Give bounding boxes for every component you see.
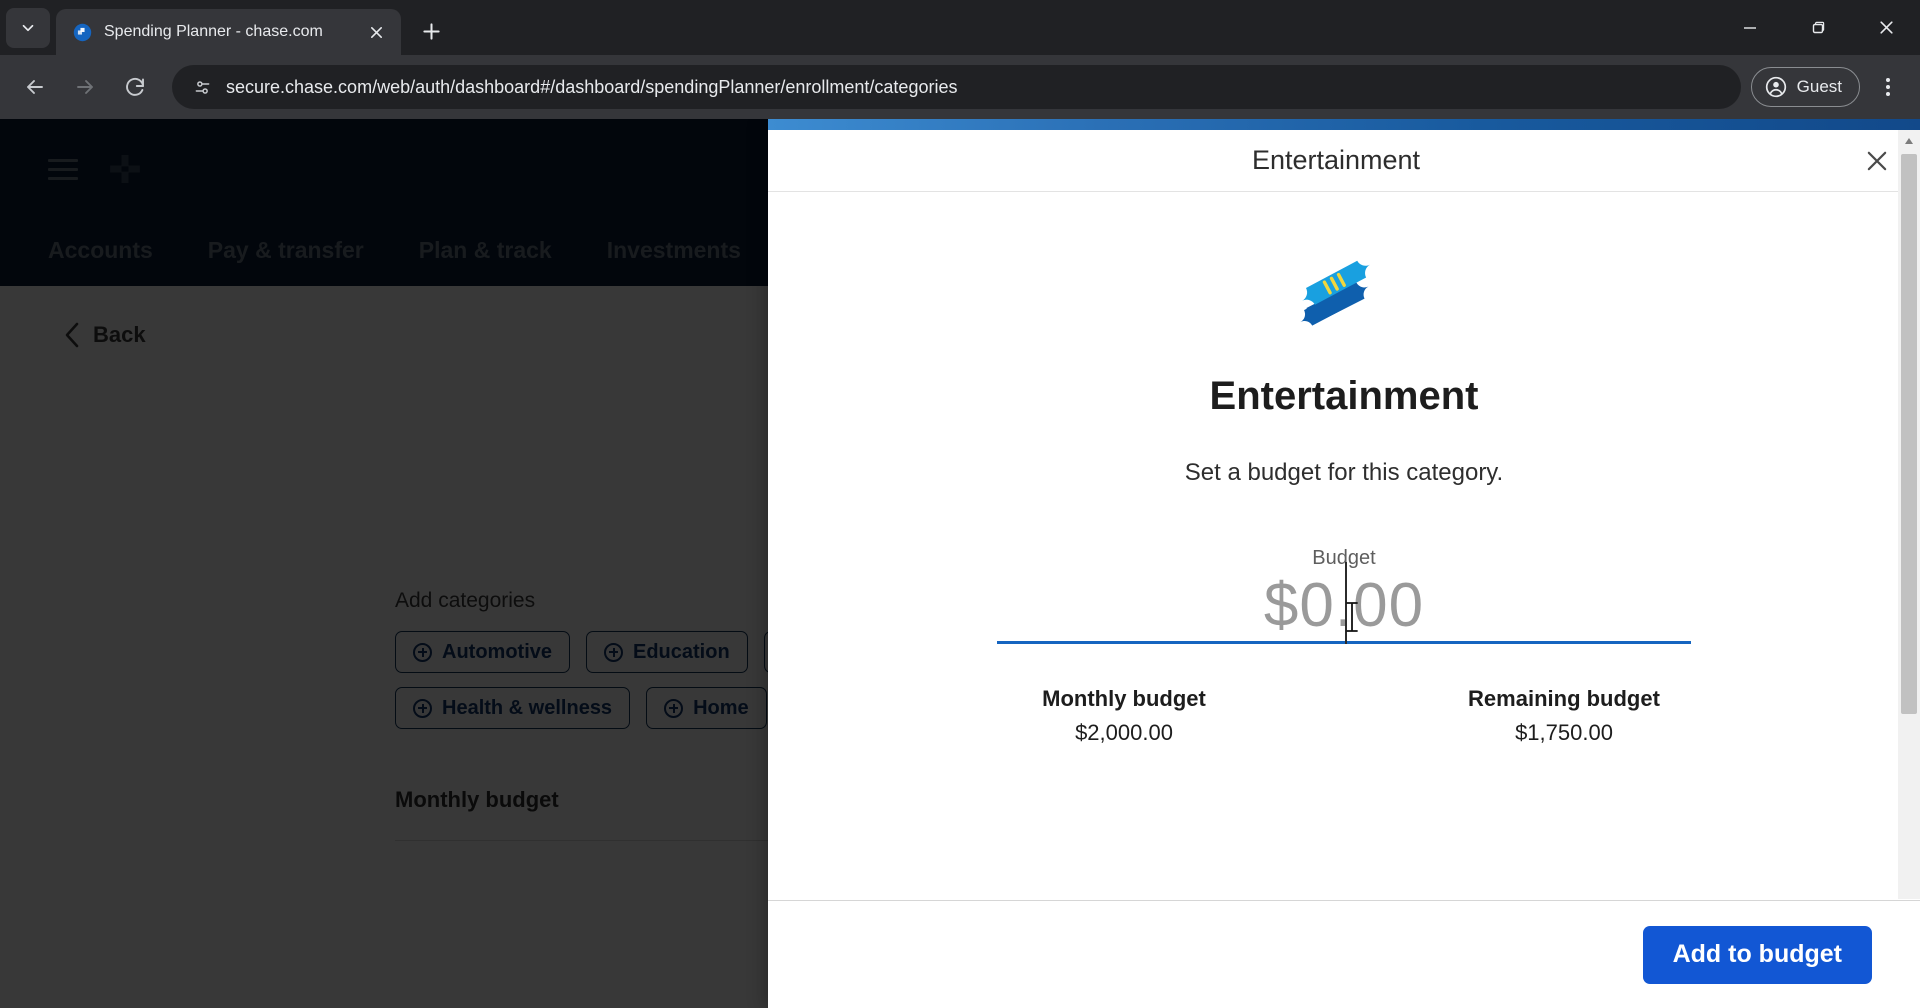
reload-icon xyxy=(126,77,144,96)
modal-body: Entertainment Set a budget for this cate… xyxy=(768,192,1920,900)
window-close-button[interactable] xyxy=(1852,4,1920,52)
category-description: Set a budget for this category. xyxy=(1184,459,1504,486)
budget-input-placeholder: $0.00 xyxy=(1263,571,1425,640)
scrollbar-thumb[interactable] xyxy=(1901,154,1917,714)
modal-close-button[interactable] xyxy=(1850,134,1904,188)
profile-label: Guest xyxy=(1796,77,1842,96)
plus-icon xyxy=(422,22,440,40)
tab-strip: Spending Planner - chase.com xyxy=(0,0,1920,55)
stat-label: Monthly budget xyxy=(1042,686,1206,711)
modal-accent-bar xyxy=(768,119,1920,130)
category-name: Entertainment xyxy=(1209,374,1479,418)
window-maximize-button[interactable] xyxy=(1784,4,1852,52)
budget-summary: Monthly budget $2,000.00 Remaining budge… xyxy=(994,686,1694,746)
tab-search-area xyxy=(0,0,56,55)
window-minimize-button[interactable] xyxy=(1716,4,1784,52)
close-icon xyxy=(1867,151,1887,170)
tab-close-icon[interactable] xyxy=(363,19,389,45)
profile-button[interactable]: Guest xyxy=(1750,67,1860,107)
budget-input-label: Budget xyxy=(1312,547,1376,569)
forward-button[interactable] xyxy=(63,65,107,109)
browser-menu-button[interactable] xyxy=(1866,65,1910,109)
add-to-budget-button[interactable]: Add to budget xyxy=(1642,925,1872,984)
page-viewport: Accounts Pay & transfer Plan & track Inv… xyxy=(0,119,1920,1008)
new-tab-button[interactable] xyxy=(411,11,451,51)
stat-label: Remaining budget xyxy=(1468,686,1660,711)
entertainment-budget-modal: Entertainment Entertainment Set a budget… xyxy=(768,119,1920,1008)
kebab-dot xyxy=(1886,85,1890,89)
site-settings-icon[interactable] xyxy=(186,71,218,103)
remaining-budget-stat: Remaining budget $1,750.00 xyxy=(1434,686,1694,746)
browser-tab[interactable]: Spending Planner - chase.com xyxy=(56,9,401,55)
tab-list-button[interactable] xyxy=(6,7,50,48)
stat-value: $2,000.00 xyxy=(1075,720,1173,745)
text-caret xyxy=(1345,562,1347,644)
chase-favicon xyxy=(72,22,92,42)
arrow-left-icon xyxy=(27,80,43,94)
url-text: secure.chase.com/web/auth/dashboard#/das… xyxy=(226,76,958,97)
browser-window: Spending Planner - chase.com secure.chas… xyxy=(0,0,1920,1008)
modal-header: Entertainment xyxy=(768,130,1920,192)
stat-value: $1,750.00 xyxy=(1515,720,1613,745)
window-controls xyxy=(1716,0,1920,55)
minimize-icon xyxy=(1744,26,1756,29)
modal-scrollbar[interactable] xyxy=(1898,130,1920,899)
tab-title: Spending Planner - chase.com xyxy=(104,23,323,40)
reload-button[interactable] xyxy=(113,65,157,109)
kebab-dot xyxy=(1886,92,1890,96)
budget-input[interactable]: $0.00 xyxy=(997,562,1691,644)
chevron-down-icon xyxy=(22,24,34,31)
modal-title: Entertainment xyxy=(1251,145,1421,175)
address-bar[interactable]: secure.chase.com/web/auth/dashboard#/das… xyxy=(172,65,1741,109)
account-circle-icon xyxy=(1765,76,1786,98)
monthly-budget-stat: Monthly budget $2,000.00 xyxy=(994,686,1254,746)
ticket-icon xyxy=(768,250,1920,346)
kebab-dot xyxy=(1886,78,1890,82)
browser-toolbar: secure.chase.com/web/auth/dashboard#/das… xyxy=(0,55,1920,119)
maximize-icon xyxy=(1812,21,1825,33)
close-icon xyxy=(1879,21,1893,34)
modal-footer: Add to budget xyxy=(768,900,1920,1008)
back-button[interactable] xyxy=(13,65,57,109)
budget-field: Budget $0.00 xyxy=(997,547,1691,644)
arrow-right-icon xyxy=(77,80,93,94)
scrollbar-up-arrow[interactable] xyxy=(1898,130,1920,152)
